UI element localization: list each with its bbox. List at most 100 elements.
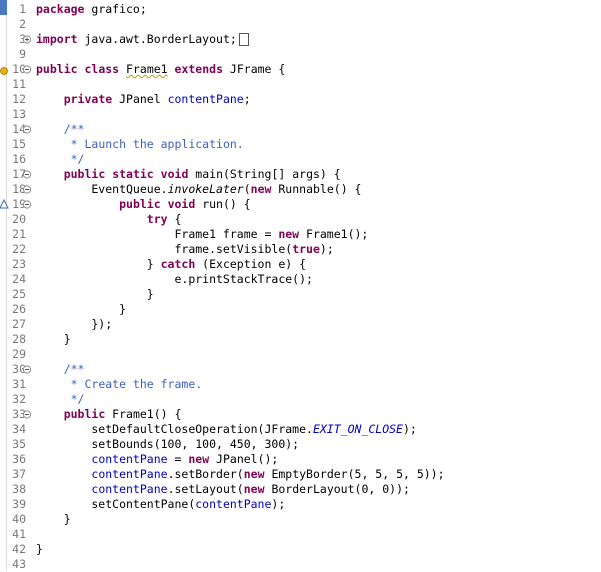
code-text[interactable]: */: [36, 152, 85, 167]
code-text[interactable]: Frame1 frame = new Frame1();: [36, 227, 368, 242]
code-line[interactable]: 25 }: [0, 287, 601, 302]
code-line[interactable]: 15 * Launch the application.: [0, 137, 601, 152]
code-token: class: [84, 62, 120, 76]
code-text[interactable]: * Launch the application.: [36, 137, 244, 152]
code-token: EmptyBorder(5, 5, 5, 5));: [264, 467, 445, 481]
code-line[interactable]: 14 /**: [0, 122, 601, 137]
line-number: 25: [12, 287, 26, 301]
code-text[interactable]: }: [36, 332, 71, 347]
code-token: new: [243, 482, 265, 496]
code-line[interactable]: 42}: [0, 542, 601, 557]
code-line[interactable]: 41: [0, 527, 601, 542]
fold-expand-icon[interactable]: [22, 32, 32, 47]
code-line[interactable]: 11: [0, 77, 601, 92]
code-text[interactable]: public static void main(String[] args) {: [36, 167, 341, 182]
code-token: java.awt.BorderLayout;: [77, 32, 237, 46]
code-line[interactable]: 20 try {: [0, 212, 601, 227]
code-line[interactable]: 24 e.printStackTrace();: [0, 272, 601, 287]
code-text[interactable]: public void run() {: [36, 197, 251, 212]
code-text[interactable]: setBounds(100, 100, 450, 300);: [36, 437, 299, 452]
code-token: public: [63, 407, 106, 421]
code-text[interactable]: import java.awt.BorderLayout;: [36, 32, 249, 47]
warning-icon[interactable]: [0, 62, 32, 77]
code-line[interactable]: 18 EventQueue.invokeLater(new Runnable()…: [0, 182, 601, 197]
code-line[interactable]: 1 package grafico;: [0, 2, 601, 17]
line-number: 39: [12, 497, 26, 511]
code-line[interactable]: 32 */: [0, 392, 601, 407]
code-line[interactable]: 36 contentPane = new JPanel();: [0, 452, 601, 467]
code-line[interactable]: 30 /**: [0, 362, 601, 377]
code-token: Frame1: [126, 62, 168, 76]
code-line[interactable]: 13: [0, 107, 601, 122]
code-line[interactable]: 2: [0, 17, 601, 32]
code-text[interactable]: } catch (Exception e) {: [36, 257, 306, 272]
fold-collapse-icon[interactable]: [22, 122, 32, 137]
override-icon[interactable]: [0, 197, 32, 212]
code-line[interactable]: 39 setContentPane(contentPane);: [0, 497, 601, 512]
line-number: 38: [12, 482, 26, 496]
code-line[interactable]: 9: [0, 47, 601, 62]
code-text[interactable]: contentPane.setBorder(new EmptyBorder(5,…: [36, 467, 445, 482]
code-text[interactable]: contentPane.setLayout(new BorderLayout(0…: [36, 482, 410, 497]
code-text[interactable]: }: [36, 287, 154, 302]
code-line[interactable]: 10 public class Frame1 extends JFrame {: [0, 62, 601, 77]
code-text[interactable]: }: [36, 512, 71, 527]
fold-collapse-icon[interactable]: [22, 167, 32, 182]
code-text[interactable]: */: [36, 392, 85, 407]
code-line[interactable]: 12 private JPanel contentPane;: [0, 92, 601, 107]
code-text[interactable]: }: [36, 302, 126, 317]
code-line[interactable]: 28 }: [0, 332, 601, 347]
code-line[interactable]: 34 setDefaultCloseOperation(JFrame.EXIT_…: [0, 422, 601, 437]
code-token: contentPane: [91, 467, 168, 481]
line-number: 42: [12, 542, 26, 556]
code-line[interactable]: 19 public void run() {: [0, 197, 601, 212]
code-line[interactable]: 29: [0, 347, 601, 362]
code-line[interactable]: 26 }: [0, 302, 601, 317]
code-line[interactable]: 3 import java.awt.BorderLayout;: [0, 32, 601, 47]
code-text[interactable]: /**: [36, 362, 85, 377]
code-token: });: [36, 317, 113, 331]
code-text[interactable]: contentPane = new JPanel();: [36, 452, 278, 467]
code-text[interactable]: }: [36, 542, 43, 557]
code-text[interactable]: try {: [36, 212, 182, 227]
line-number: 28: [12, 332, 26, 346]
code-token: Frame1() {: [105, 407, 182, 421]
code-line[interactable]: 27 });: [0, 317, 601, 332]
code-text[interactable]: /**: [36, 122, 85, 137]
line-number: 27: [12, 317, 26, 331]
fold-collapse-icon[interactable]: [22, 182, 32, 197]
code-line[interactable]: 35 setBounds(100, 100, 450, 300);: [0, 437, 601, 452]
code-text[interactable]: private JPanel contentPane;: [36, 92, 251, 107]
code-text[interactable]: });: [36, 317, 112, 332]
code-text[interactable]: frame.setVisible(true);: [36, 242, 333, 257]
code-line[interactable]: 31 * Create the frame.: [0, 377, 601, 392]
code-line[interactable]: 43: [0, 557, 601, 572]
code-text[interactable]: EventQueue.invokeLater(new Runnable() {: [36, 182, 361, 197]
code-token: (Exception e) {: [195, 257, 307, 271]
code-line[interactable]: 23 } catch (Exception e) {: [0, 257, 601, 272]
code-line[interactable]: 22 frame.setVisible(true);: [0, 242, 601, 257]
code-token: void: [167, 197, 196, 211]
code-text[interactable]: package grafico;: [36, 2, 147, 17]
code-line[interactable]: 38 contentPane.setLayout(new BorderLayou…: [0, 482, 601, 497]
fold-collapse-icon[interactable]: [22, 362, 32, 377]
code-line[interactable]: 37 contentPane.setBorder(new EmptyBorder…: [0, 467, 601, 482]
code-text[interactable]: public Frame1() {: [36, 407, 182, 422]
code-line[interactable]: 17 public static void main(String[] args…: [0, 167, 601, 182]
code-text[interactable]: e.printStackTrace();: [36, 272, 312, 287]
code-text[interactable]: setDefaultCloseOperation(JFrame.EXIT_ON_…: [36, 422, 416, 437]
code-editor[interactable]: 1 package grafico; 2 3 import java.awt.Borde…: [0, 0, 601, 571]
line-number: 29: [12, 347, 26, 361]
fold-collapse-icon[interactable]: [22, 407, 32, 422]
code-line[interactable]: 40 }: [0, 512, 601, 527]
code-text[interactable]: * Create the frame.: [36, 377, 203, 392]
code-token: public: [119, 197, 161, 211]
code-text[interactable]: public class Frame1 extends JFrame {: [36, 62, 285, 77]
code-text[interactable]: setContentPane(contentPane);: [36, 497, 285, 512]
code-line[interactable]: 16 */: [0, 152, 601, 167]
code-line[interactable]: 21 Frame1 frame = new Frame1();: [0, 227, 601, 242]
code-line[interactable]: 33 public Frame1() {: [0, 407, 601, 422]
code-token: contentPane: [167, 92, 244, 106]
